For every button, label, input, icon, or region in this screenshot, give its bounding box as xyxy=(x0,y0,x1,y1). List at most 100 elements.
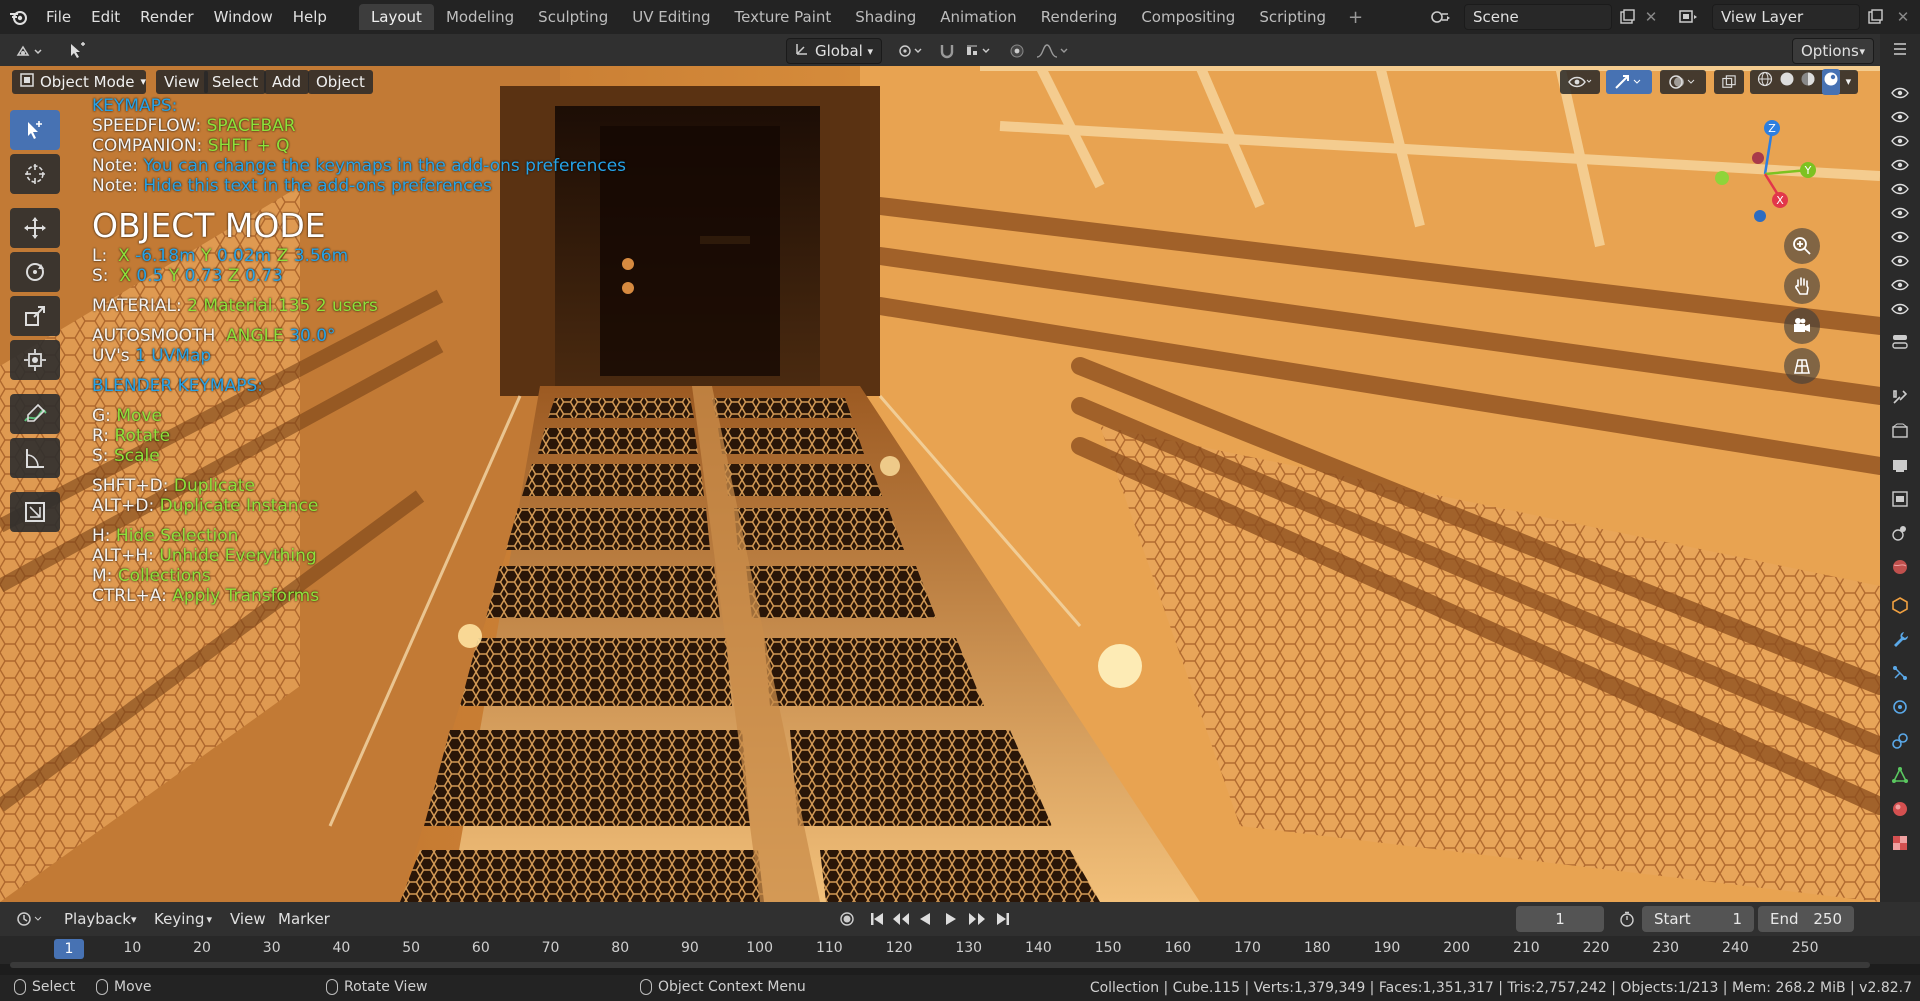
delete-view-layer-icon[interactable]: ✕ xyxy=(1890,4,1916,30)
cursor-tool-icon[interactable] xyxy=(10,154,60,194)
play-reverse-icon[interactable] xyxy=(914,908,936,930)
timeline-scrollbar[interactable] xyxy=(10,962,1870,968)
visibility-selector-icon[interactable] xyxy=(1560,70,1600,94)
eye-icon[interactable] xyxy=(1888,298,1912,320)
properties-tab-tools-icon[interactable] xyxy=(1888,386,1912,408)
tab-compositing[interactable]: Compositing xyxy=(1129,4,1247,30)
tab-layout[interactable]: Layout xyxy=(358,4,434,30)
current-frame-indicator[interactable]: 1 xyxy=(54,939,84,959)
3d-viewport[interactable]: Object Mode ▾ View Select Add Object ▾ K… xyxy=(0,66,1880,902)
menu-help[interactable]: Help xyxy=(283,0,337,34)
navigation-gizmo[interactable]: Z Y X xyxy=(1710,112,1820,222)
tab-sculpting[interactable]: Sculpting xyxy=(526,4,620,30)
editor-type-icon[interactable] xyxy=(10,38,50,64)
eye-icon[interactable] xyxy=(1888,154,1912,176)
timeline-ruler[interactable]: 1 10 20 30 40 50 60 70 80 90 100 110 120 130 140 150 16… xyxy=(0,936,1920,964)
editor-type-icon[interactable] xyxy=(1888,38,1912,60)
neg-z-axis-icon[interactable] xyxy=(1754,210,1766,222)
add-cube-tool-icon[interactable] xyxy=(10,492,60,532)
properties-tab-tool-icon[interactable] xyxy=(1888,330,1912,352)
eye-icon[interactable] xyxy=(1888,250,1912,272)
properties-tab-output-icon[interactable] xyxy=(1888,454,1912,476)
next-keyframe-icon[interactable] xyxy=(966,908,988,930)
menu-window[interactable]: Window xyxy=(204,0,283,34)
tab-animation[interactable]: Animation xyxy=(928,4,1028,30)
properties-tab-constraints-icon[interactable] xyxy=(1888,730,1912,752)
tab-scripting[interactable]: Scripting xyxy=(1247,4,1338,30)
snap-target-icon[interactable] xyxy=(962,38,996,64)
rendered-shading-icon[interactable] xyxy=(1821,69,1840,95)
playback-menu[interactable]: Playback ▾ xyxy=(56,906,144,932)
menu-file[interactable]: File xyxy=(36,0,81,34)
new-scene-icon[interactable] xyxy=(1614,4,1640,30)
material-preview-icon[interactable] xyxy=(1800,70,1816,94)
perspective-toggle-icon[interactable] xyxy=(1784,348,1820,384)
pivot-point-icon[interactable] xyxy=(894,38,928,64)
solid-shading-icon[interactable] xyxy=(1779,70,1795,94)
properties-tab-physics-icon[interactable] xyxy=(1888,696,1912,718)
annotate-tool-icon[interactable] xyxy=(10,394,60,434)
keying-menu[interactable]: Keying ▾ xyxy=(146,906,220,932)
eye-icon[interactable] xyxy=(1888,178,1912,200)
move-tool-icon[interactable] xyxy=(10,208,60,248)
record-icon[interactable] xyxy=(836,908,858,930)
zoom-icon[interactable] xyxy=(1784,228,1820,264)
neg-y-axis-icon[interactable] xyxy=(1715,171,1729,185)
properties-tab-render-icon[interactable] xyxy=(1888,420,1912,442)
transform-tool-icon[interactable] xyxy=(10,340,60,380)
blender-logo-icon[interactable] xyxy=(0,0,36,34)
measure-tool-icon[interactable] xyxy=(10,438,60,478)
tab-texture-paint[interactable]: Texture Paint xyxy=(722,4,843,30)
rotate-tool-icon[interactable] xyxy=(10,252,60,292)
scene-name-field[interactable]: Scene xyxy=(1464,4,1612,30)
marker-menu[interactable]: Marker xyxy=(270,906,338,932)
timeline-view-menu[interactable]: View xyxy=(222,906,274,932)
transform-orientation-dropdown[interactable]: Global ▾ xyxy=(786,38,882,64)
options-dropdown[interactable]: Options ▾ xyxy=(1792,38,1874,64)
chevron-down-icon[interactable]: ▾ xyxy=(1846,70,1852,94)
eye-icon[interactable] xyxy=(1888,106,1912,128)
falloff-icon[interactable] xyxy=(1032,38,1072,64)
properties-tab-world-icon[interactable] xyxy=(1888,556,1912,578)
eye-icon[interactable] xyxy=(1888,226,1912,248)
scale-tool-icon[interactable] xyxy=(10,296,60,336)
eye-icon[interactable] xyxy=(1888,82,1912,104)
properties-tab-particles-icon[interactable] xyxy=(1888,662,1912,684)
gizmo-toggle-icon[interactable] xyxy=(1606,70,1652,94)
proportional-editing-icon[interactable] xyxy=(1004,38,1030,64)
tab-modeling[interactable]: Modeling xyxy=(434,4,526,30)
jump-end-icon[interactable] xyxy=(992,908,1014,930)
properties-tab-material-icon[interactable] xyxy=(1888,798,1912,820)
properties-tab-view-layer-icon[interactable] xyxy=(1888,488,1912,510)
object-mode-dropdown[interactable]: Object Mode ▾ xyxy=(12,70,146,94)
tab-rendering[interactable]: Rendering xyxy=(1029,4,1130,30)
view-layer-selector-icon[interactable] xyxy=(1676,4,1702,30)
start-frame-field[interactable]: Start 1 xyxy=(1642,906,1754,932)
view-layer-name-field[interactable]: View Layer xyxy=(1712,4,1860,30)
play-icon[interactable] xyxy=(940,908,962,930)
current-frame-field[interactable]: 1 xyxy=(1516,906,1604,932)
snap-icon[interactable] xyxy=(934,38,960,64)
add-workspace-icon[interactable]: + xyxy=(1338,7,1373,28)
overlays-toggle-icon[interactable] xyxy=(1660,70,1706,94)
neg-x-axis-icon[interactable] xyxy=(1752,152,1764,164)
pan-hand-icon[interactable] xyxy=(1784,268,1820,304)
jump-start-icon[interactable] xyxy=(866,908,888,930)
properties-tab-texture-icon[interactable] xyxy=(1888,832,1912,854)
timeline-editor-type-icon[interactable] xyxy=(12,906,50,932)
menu-edit[interactable]: Edit xyxy=(81,0,130,34)
new-view-layer-icon[interactable] xyxy=(1862,4,1888,30)
eye-icon[interactable] xyxy=(1888,130,1912,152)
stopwatch-icon[interactable] xyxy=(1616,908,1638,930)
menu-render[interactable]: Render xyxy=(130,0,203,34)
eye-icon[interactable] xyxy=(1888,274,1912,296)
xray-toggle-icon[interactable] xyxy=(1714,70,1744,94)
wireframe-shading-icon[interactable] xyxy=(1757,70,1773,94)
menu-add[interactable]: Add xyxy=(264,70,310,94)
prev-keyframe-icon[interactable] xyxy=(890,908,912,930)
menu-object[interactable]: Object xyxy=(308,70,373,94)
select-box-tool-icon[interactable] xyxy=(10,110,60,150)
menu-select[interactable]: Select xyxy=(204,70,267,94)
menu-view[interactable]: View xyxy=(156,70,208,94)
select-box-mode-icon[interactable] xyxy=(64,38,90,64)
